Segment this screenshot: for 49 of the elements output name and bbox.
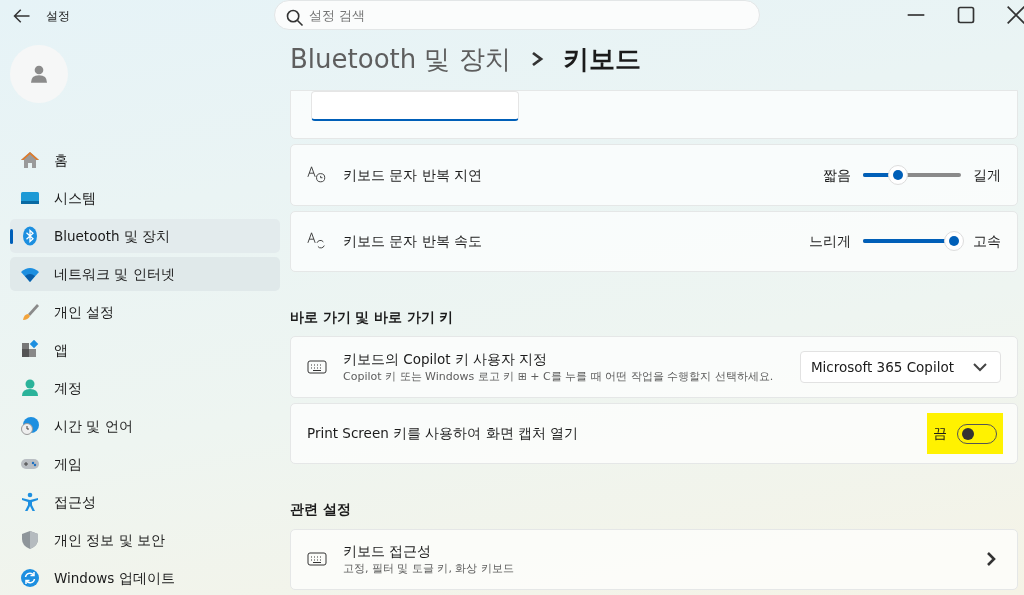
sidebar-item[interactable]: Bluetooth 및 장치 — [10, 219, 280, 253]
sync-icon — [20, 568, 40, 588]
sidebar-item[interactable]: 앱 — [10, 333, 280, 367]
accessibility-icon — [20, 492, 40, 512]
sidebar-item[interactable]: 시간 및 언어 — [10, 409, 280, 443]
globe-clock-icon — [20, 416, 40, 436]
apps-icon — [20, 340, 40, 360]
setting-label: 키보드 문자 반복 속도 — [343, 232, 483, 252]
slider-thumb[interactable] — [888, 164, 909, 185]
text-repeat-icon — [307, 231, 327, 252]
dropdown[interactable]: Microsoft 365 Copilot — [799, 351, 1001, 384]
sidebar-item[interactable]: 시스템 — [10, 181, 280, 215]
section-heading: 바로 가기 및 바로 가기 키 — [290, 308, 455, 328]
section-heading: 관련 설정 — [290, 500, 352, 520]
search-icon — [285, 8, 305, 29]
shield-icon — [20, 530, 40, 550]
breadcrumb-link[interactable]: Bluetooth 및 장치 — [290, 39, 511, 79]
page-title: 키보드 — [562, 42, 641, 76]
sidebar-item[interactable]: Windows 업데이트 — [10, 561, 280, 595]
setting-label: 키보드 문자 반복 지연 — [343, 165, 483, 185]
setting-label: Print Screen 키를 사용하여 화면 캡처 열기 — [307, 424, 580, 444]
slider-thumb[interactable] — [944, 231, 965, 252]
sidebar-item[interactable]: 접근성 — [10, 485, 280, 519]
sidebar-item[interactable]: 네트워크 및 인터넷 — [10, 257, 280, 291]
setting-label: 키보드의 Copilot 키 사용자 지정 — [343, 349, 549, 369]
close-icon[interactable] — [1006, 5, 1024, 26]
slider-max-label: 길게 — [973, 165, 1001, 185]
sidebar-item[interactable]: 계정 — [10, 371, 280, 405]
text-clock-icon — [307, 164, 327, 185]
paintbrush-icon — [20, 302, 40, 322]
person-icon — [20, 378, 40, 398]
window-title: 설정 — [46, 8, 70, 25]
setting-label: 키보드 접근성 — [343, 541, 433, 561]
sidebar-item[interactable]: 홈 — [10, 143, 280, 177]
slider-min-label: 짧음 — [823, 165, 851, 185]
sidebar-item[interactable]: 게임 — [10, 447, 280, 481]
search-field[interactable]: 설정 검색 — [274, 0, 760, 31]
sidebar-item[interactable]: 개인 설정 — [10, 295, 280, 329]
bluetooth-icon — [20, 226, 40, 246]
person-icon — [29, 64, 49, 84]
slider-min-label: 느리게 — [809, 232, 851, 252]
toggle-state-label: 끔 — [933, 424, 947, 444]
maximize-icon[interactable] — [956, 5, 976, 26]
setting-description: 고정, 필터 및 토글 키, 화상 키보드 — [343, 561, 515, 578]
sidebar-item[interactable]: 개인 정보 및 보안 — [10, 523, 280, 557]
slider-max-label: 고속 — [973, 232, 1001, 252]
home-icon — [20, 150, 40, 170]
input-field[interactable] — [311, 90, 519, 121]
setting-description: Copilot 키 또는 Windows 로고 키 ⊞ + C를 누를 때 어떤 작업을 수행할지 선택하세요. — [343, 368, 775, 385]
